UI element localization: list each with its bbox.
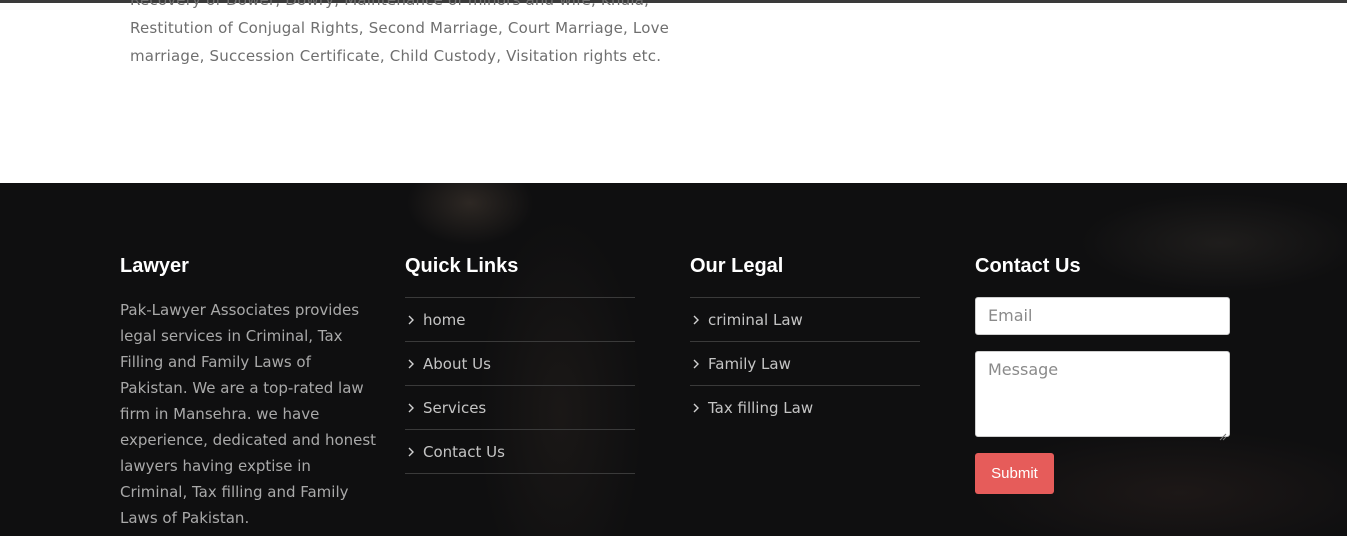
legal-link-family-law[interactable]: Family Law <box>690 342 920 386</box>
services-description-text: Restitution of Conjugal Rights, Second M… <box>130 19 670 65</box>
chevron-right-icon <box>405 445 419 459</box>
submit-button[interactable]: Submit <box>975 453 1054 494</box>
footer-contact-column: Contact Us Email Message Submit <box>975 253 1230 494</box>
footer-about-column: Lawyer Pak-Lawyer Associates provides le… <box>120 253 380 531</box>
quick-link-contact-us[interactable]: Contact Us <box>405 430 635 474</box>
legal-link-label: criminal Law <box>708 310 803 329</box>
legal-link-label: Tax filling Law <box>708 398 814 417</box>
chevron-right-icon <box>405 401 419 415</box>
legal-link-tax-filling-law[interactable]: Tax filling Law <box>690 386 920 429</box>
chevron-right-icon <box>405 313 419 327</box>
footer-contact-title: Contact Us <box>975 255 1081 277</box>
quick-link-label: Services <box>423 398 487 417</box>
quick-link-about-us[interactable]: About Us <box>405 342 635 386</box>
services-description-line-cut: Recovery of Dower, Dowry, Maintenance of… <box>130 0 650 9</box>
footer-about-title: Lawyer <box>120 255 189 277</box>
site-footer: Lawyer Pak-Lawyer Associates provides le… <box>0 183 1347 536</box>
footer-quick-links-column: Quick Links home About Us Services Conta… <box>405 253 635 474</box>
footer-legal-title: Our Legal <box>690 255 784 277</box>
quick-link-label: Contact Us <box>423 442 505 461</box>
chevron-right-icon <box>690 401 704 415</box>
email-placeholder: Email <box>988 306 1033 325</box>
legal-link-criminal-law[interactable]: criminal Law <box>690 298 920 342</box>
quick-link-label: About Us <box>423 354 491 373</box>
chevron-right-icon <box>690 313 704 327</box>
message-textarea[interactable]: Message <box>975 351 1230 441</box>
chevron-right-icon <box>690 357 704 371</box>
quick-link-home[interactable]: home <box>405 298 635 342</box>
quick-link-label: home <box>423 310 466 329</box>
services-description: Recovery of Dower, Dowry, Maintenance of… <box>130 0 670 70</box>
footer-about-text: Pak-Lawyer Associates provides legal ser… <box>120 301 377 527</box>
legal-link-label: Family Law <box>708 354 791 373</box>
quick-links-list: home About Us Services Contact Us <box>405 297 635 474</box>
chevron-right-icon <box>405 357 419 371</box>
footer-quick-links-title: Quick Links <box>405 255 519 277</box>
legal-links-list: criminal Law Family Law Tax filling Law <box>690 297 920 429</box>
footer-legal-column: Our Legal criminal Law Family Law Tax fi… <box>690 253 920 429</box>
email-field[interactable]: Email <box>975 297 1230 335</box>
quick-link-services[interactable]: Services <box>405 386 635 430</box>
resize-grip-icon[interactable] <box>1219 426 1227 441</box>
message-placeholder: Message <box>988 360 1059 379</box>
